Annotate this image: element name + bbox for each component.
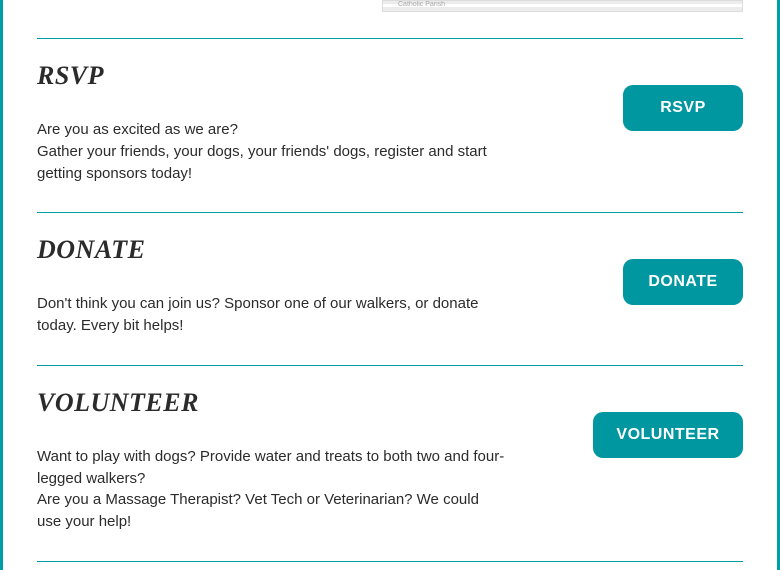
volunteer-button[interactable]: VOLUNTEER [593, 412, 743, 458]
rsvp-text: RSVP Are you as excited as we are? Gathe… [37, 61, 623, 184]
rsvp-section: RSVP Are you as excited as we are? Gathe… [37, 39, 743, 212]
donate-button[interactable]: DONATE [623, 259, 743, 305]
page-frame: Catholic Parish RSVP Are you as excited … [0, 0, 780, 570]
volunteer-body: Want to play with dogs? Provide water an… [37, 446, 507, 533]
content-container: Catholic Parish RSVP Are you as excited … [7, 0, 773, 570]
donate-heading: DONATE [37, 235, 603, 265]
volunteer-text: VOLUNTEER Want to play with dogs? Provid… [37, 388, 593, 533]
volunteer-heading: VOLUNTEER [37, 388, 573, 418]
map-label: Catholic Parish [398, 1, 445, 8]
rsvp-button[interactable]: RSVP [623, 85, 743, 131]
divider [37, 561, 743, 562]
map-preview[interactable]: Catholic Parish [382, 0, 743, 12]
donate-section: DONATE Don't think you can join us? Spon… [37, 213, 743, 365]
volunteer-body-line1: Want to play with dogs? Provide water an… [37, 448, 504, 487]
rsvp-heading: RSVP [37, 61, 603, 91]
donate-text: DONATE Don't think you can join us? Spon… [37, 235, 623, 337]
rsvp-body-line2: Gather your friends, your dogs, your fri… [37, 143, 487, 182]
rsvp-body: Are you as excited as we are? Gather you… [37, 119, 507, 184]
volunteer-body-line2: Are you a Massage Therapist? Vet Tech or… [37, 491, 479, 530]
donate-body: Don't think you can join us? Sponsor one… [37, 293, 507, 337]
rsvp-body-line1: Are you as excited as we are? [37, 121, 238, 138]
volunteer-section: VOLUNTEER Want to play with dogs? Provid… [37, 366, 743, 561]
